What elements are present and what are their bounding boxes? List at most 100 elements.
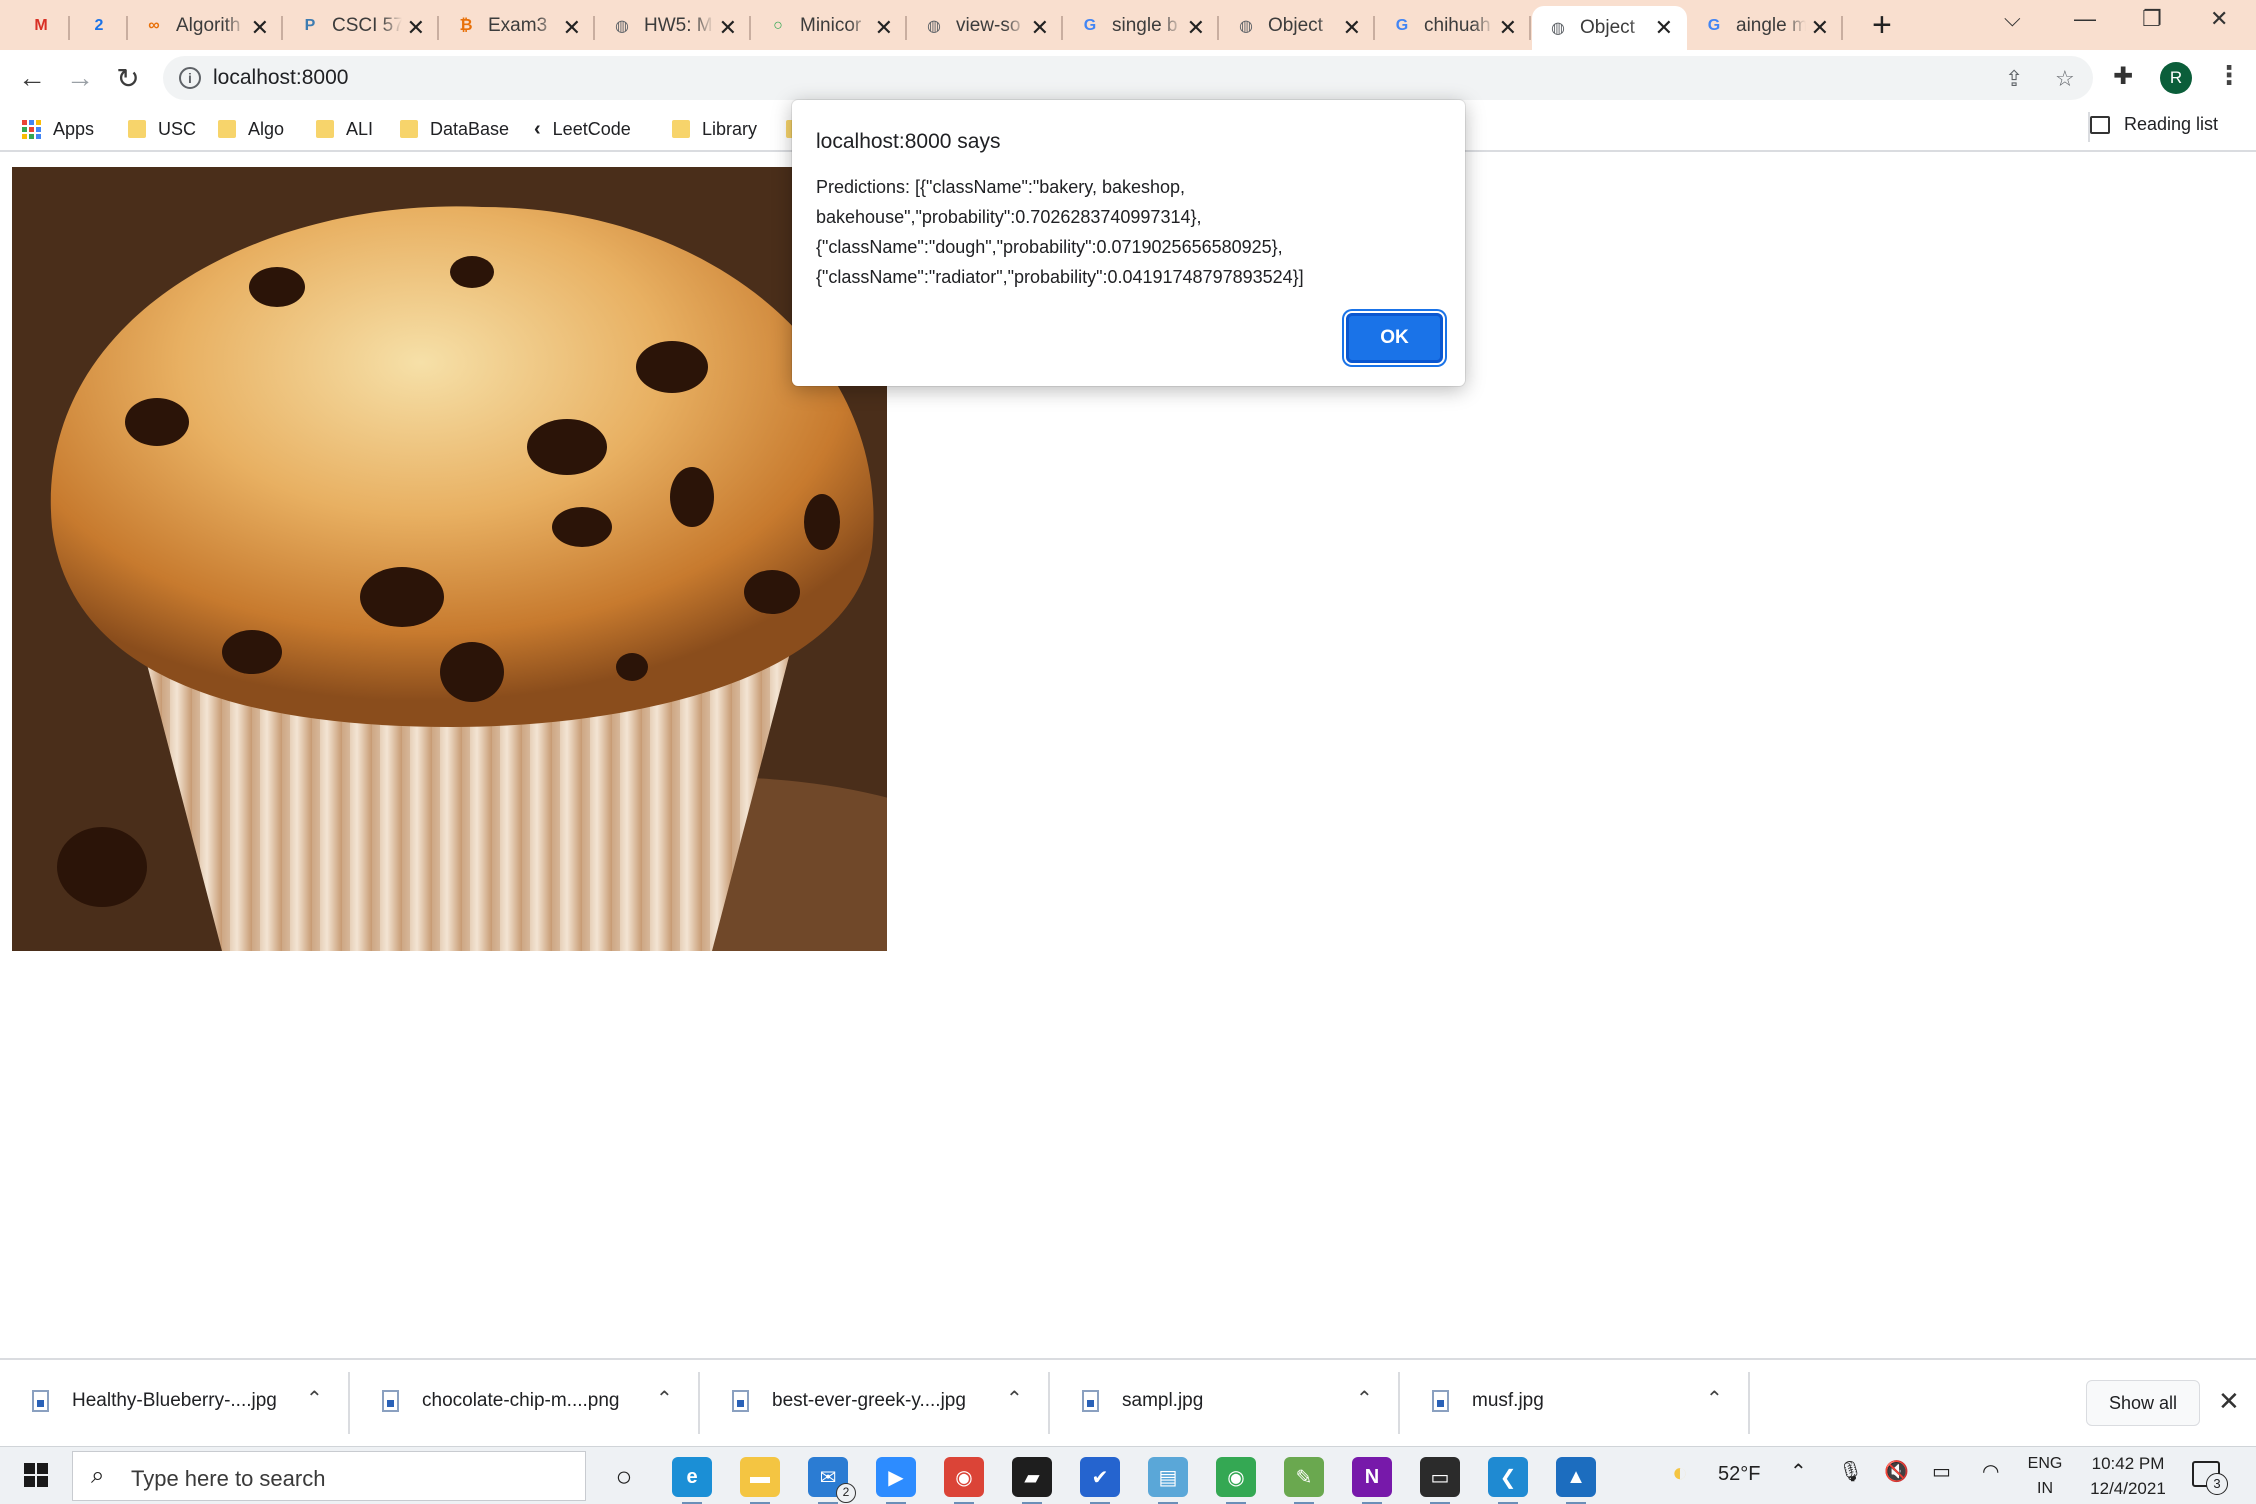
download-options-chevron-icon[interactable]: ⌃ <box>306 1386 323 1411</box>
exam-icon: ₿ <box>459 17 473 34</box>
bookmark-usc[interactable]: USC <box>128 114 196 144</box>
close-tab-icon[interactable]: ✕ <box>1187 15 1205 41</box>
bookmark-library[interactable]: Library <box>672 114 757 144</box>
wifi-icon[interactable]: ◠ <box>1982 1459 1999 1484</box>
profile-avatar[interactable]: R <box>2160 62 2192 94</box>
download-options-chevron-icon[interactable]: ⌃ <box>1006 1386 1023 1411</box>
new-tab-button[interactable]: + <box>1872 8 1892 42</box>
bookmark-label: DataBase <box>430 118 510 139</box>
bookmark-database[interactable]: DataBase <box>400 114 509 144</box>
notification-count-badge: 3 <box>2206 1473 2228 1495</box>
tab[interactable]: ◍ view-so ✕ <box>908 6 1063 46</box>
todo-icon[interactable]: ✔ <box>1080 1457 1120 1504</box>
tab-title: Algorith <box>176 15 241 36</box>
ok-button[interactable]: OK <box>1346 313 1443 363</box>
microphone-icon[interactable]: 🎙 <box>1838 1459 1863 1484</box>
dialog-title: localhost:8000 says <box>816 130 1001 153</box>
weather-temp[interactable]: 52°F <box>1718 1463 1760 1486</box>
tab-active[interactable]: ◍ Object ✕ <box>1532 6 1687 50</box>
url-text[interactable]: localhost:8000 <box>213 66 348 90</box>
tab[interactable]: ○ Minicor ✕ <box>752 6 907 46</box>
battery-icon[interactable]: ▭ <box>1932 1459 1951 1484</box>
bookmark-leetcode[interactable]: ‹ LeetCode <box>534 114 631 144</box>
google-icon: G <box>1083 17 1097 34</box>
restore-button[interactable]: ❐ <box>2142 6 2162 32</box>
show-all-button[interactable]: Show all <box>2086 1380 2200 1426</box>
back-button[interactable]: ← <box>14 60 50 96</box>
tab[interactable]: ◍ Object ✕ <box>1220 6 1375 46</box>
tab[interactable]: Gchihuah ✕ <box>1376 6 1531 46</box>
download-item[interactable]: best-ever-greek-y....jpg ⌃ <box>700 1360 1050 1446</box>
pinned-tab[interactable]: M <box>12 6 70 46</box>
close-shelf-icon[interactable]: ✕ <box>2218 1386 2240 1417</box>
download-options-chevron-icon[interactable]: ⌃ <box>1706 1386 1723 1411</box>
close-tab-icon[interactable]: ✕ <box>251 15 269 41</box>
tab[interactable]: Gsingle b ✕ <box>1064 6 1219 46</box>
tab-title: Exam3 <box>488 15 548 36</box>
sketch-icon[interactable]: ✎ <box>1284 1457 1324 1504</box>
close-tab-icon[interactable]: ✕ <box>1811 15 1829 41</box>
alert-dialog: localhost:8000 says Predictions: [{"clas… <box>792 100 1465 386</box>
download-item[interactable]: chocolate-chip-m....png ⌃ <box>350 1360 700 1446</box>
close-tab-icon[interactable]: ✕ <box>1343 15 1361 41</box>
reading-list-label: Reading list <box>2124 114 2219 134</box>
search-placeholder: Type here to search <box>131 1466 326 1491</box>
show-hidden-icons-chevron-icon[interactable]: ⌃ <box>1790 1459 1807 1484</box>
tab-separator <box>1841 16 1843 40</box>
download-options-chevron-icon[interactable]: ⌃ <box>1356 1386 1373 1411</box>
close-tab-icon[interactable]: ✕ <box>875 15 893 41</box>
bookmark-ali[interactable]: ALI <box>316 114 373 144</box>
forward-button[interactable]: → <box>62 60 98 96</box>
tab[interactable]: ∞ Algorith ✕ <box>128 6 283 46</box>
close-window-button[interactable]: ✕ <box>2210 6 2228 32</box>
download-item[interactable]: musf.jpg ⌃ <box>1400 1360 1750 1446</box>
notepad-icon[interactable]: ▤ <box>1148 1457 1188 1504</box>
tab[interactable]: ◍ HW5: M ✕ <box>596 6 751 46</box>
bookmark-apps[interactable]: Apps <box>22 114 94 144</box>
tab[interactable]: P CSCI 57 ✕ <box>284 6 439 46</box>
share-icon[interactable]: ⇪ <box>2005 66 2023 92</box>
terminal-icon[interactable]: ▭ <box>1420 1457 1460 1504</box>
photos-icon[interactable]: ▲ <box>1556 1457 1596 1504</box>
bookmark-algo[interactable]: Algo <box>218 114 284 144</box>
bookmark-star-icon[interactable]: ☆ <box>2055 66 2075 92</box>
sticky-notes-icon[interactable]: ▰ <box>1012 1457 1052 1504</box>
chrome-icon[interactable]: ◉ <box>1216 1457 1256 1504</box>
download-item[interactable]: Healthy-Blueberry-....jpg ⌃ <box>0 1360 350 1446</box>
close-tab-icon[interactable]: ✕ <box>1655 15 1673 41</box>
minimize-button[interactable]: — <box>2074 6 2096 32</box>
windows-start-icon[interactable] <box>24 1463 48 1487</box>
chrome-menu-icon[interactable]: ⋮ <box>2216 60 2242 91</box>
taskbar-search-box[interactable]: ⌕ Type here to search <box>72 1451 586 1501</box>
pinned-tab[interactable]: 2 <box>70 6 128 46</box>
address-bar[interactable]: i localhost:8000 ⇪ ☆ <box>163 56 2093 100</box>
tab[interactable]: Gaingle m ✕ <box>1688 6 1843 46</box>
site-info-icon[interactable]: i <box>179 67 201 89</box>
tab-search-chevron-icon[interactable]: ⌵ <box>2004 6 2021 32</box>
close-tab-icon[interactable]: ✕ <box>1499 15 1517 41</box>
download-item[interactable]: sampl.jpg ⌃ <box>1050 1360 1400 1446</box>
tab[interactable]: ₿ Exam3 ✕ <box>440 6 595 46</box>
download-options-chevron-icon[interactable]: ⌃ <box>656 1386 673 1411</box>
input-language[interactable]: ENG IN <box>2022 1451 2068 1501</box>
extensions-puzzle-icon[interactable]: ✚ <box>2113 62 2133 91</box>
file-explorer-icon[interactable]: ▬ <box>740 1457 780 1504</box>
task-view-icon[interactable]: ○ <box>604 1457 644 1497</box>
close-tab-icon[interactable]: ✕ <box>719 15 737 41</box>
zoom-icon[interactable]: ▶ <box>876 1457 916 1504</box>
weather-icon[interactable]: ◐ <box>1672 1457 1688 1488</box>
close-tab-icon[interactable]: ✕ <box>563 15 581 41</box>
vscode-icon[interactable]: ❮ <box>1488 1457 1528 1504</box>
mail-icon[interactable]: ✉ 2 <box>808 1457 856 1504</box>
system-clock[interactable]: 10:42 PM 12/4/2021 <box>2080 1451 2176 1501</box>
speaker-muted-icon[interactable]: 🔇 <box>1884 1459 1909 1484</box>
notifications-icon[interactable]: 3 <box>2192 1461 2228 1495</box>
chrome-dev-icon[interactable]: ◉ <box>944 1457 984 1504</box>
close-tab-icon[interactable]: ✕ <box>1031 15 1049 41</box>
close-tab-icon[interactable]: ✕ <box>407 15 425 41</box>
reading-list-button[interactable]: Reading list <box>2090 114 2218 135</box>
image-file-icon <box>1082 1390 1099 1412</box>
reload-button[interactable]: ↻ <box>110 60 146 96</box>
onenote-icon[interactable]: N <box>1352 1457 1392 1504</box>
edge-icon[interactable]: e <box>672 1457 712 1504</box>
